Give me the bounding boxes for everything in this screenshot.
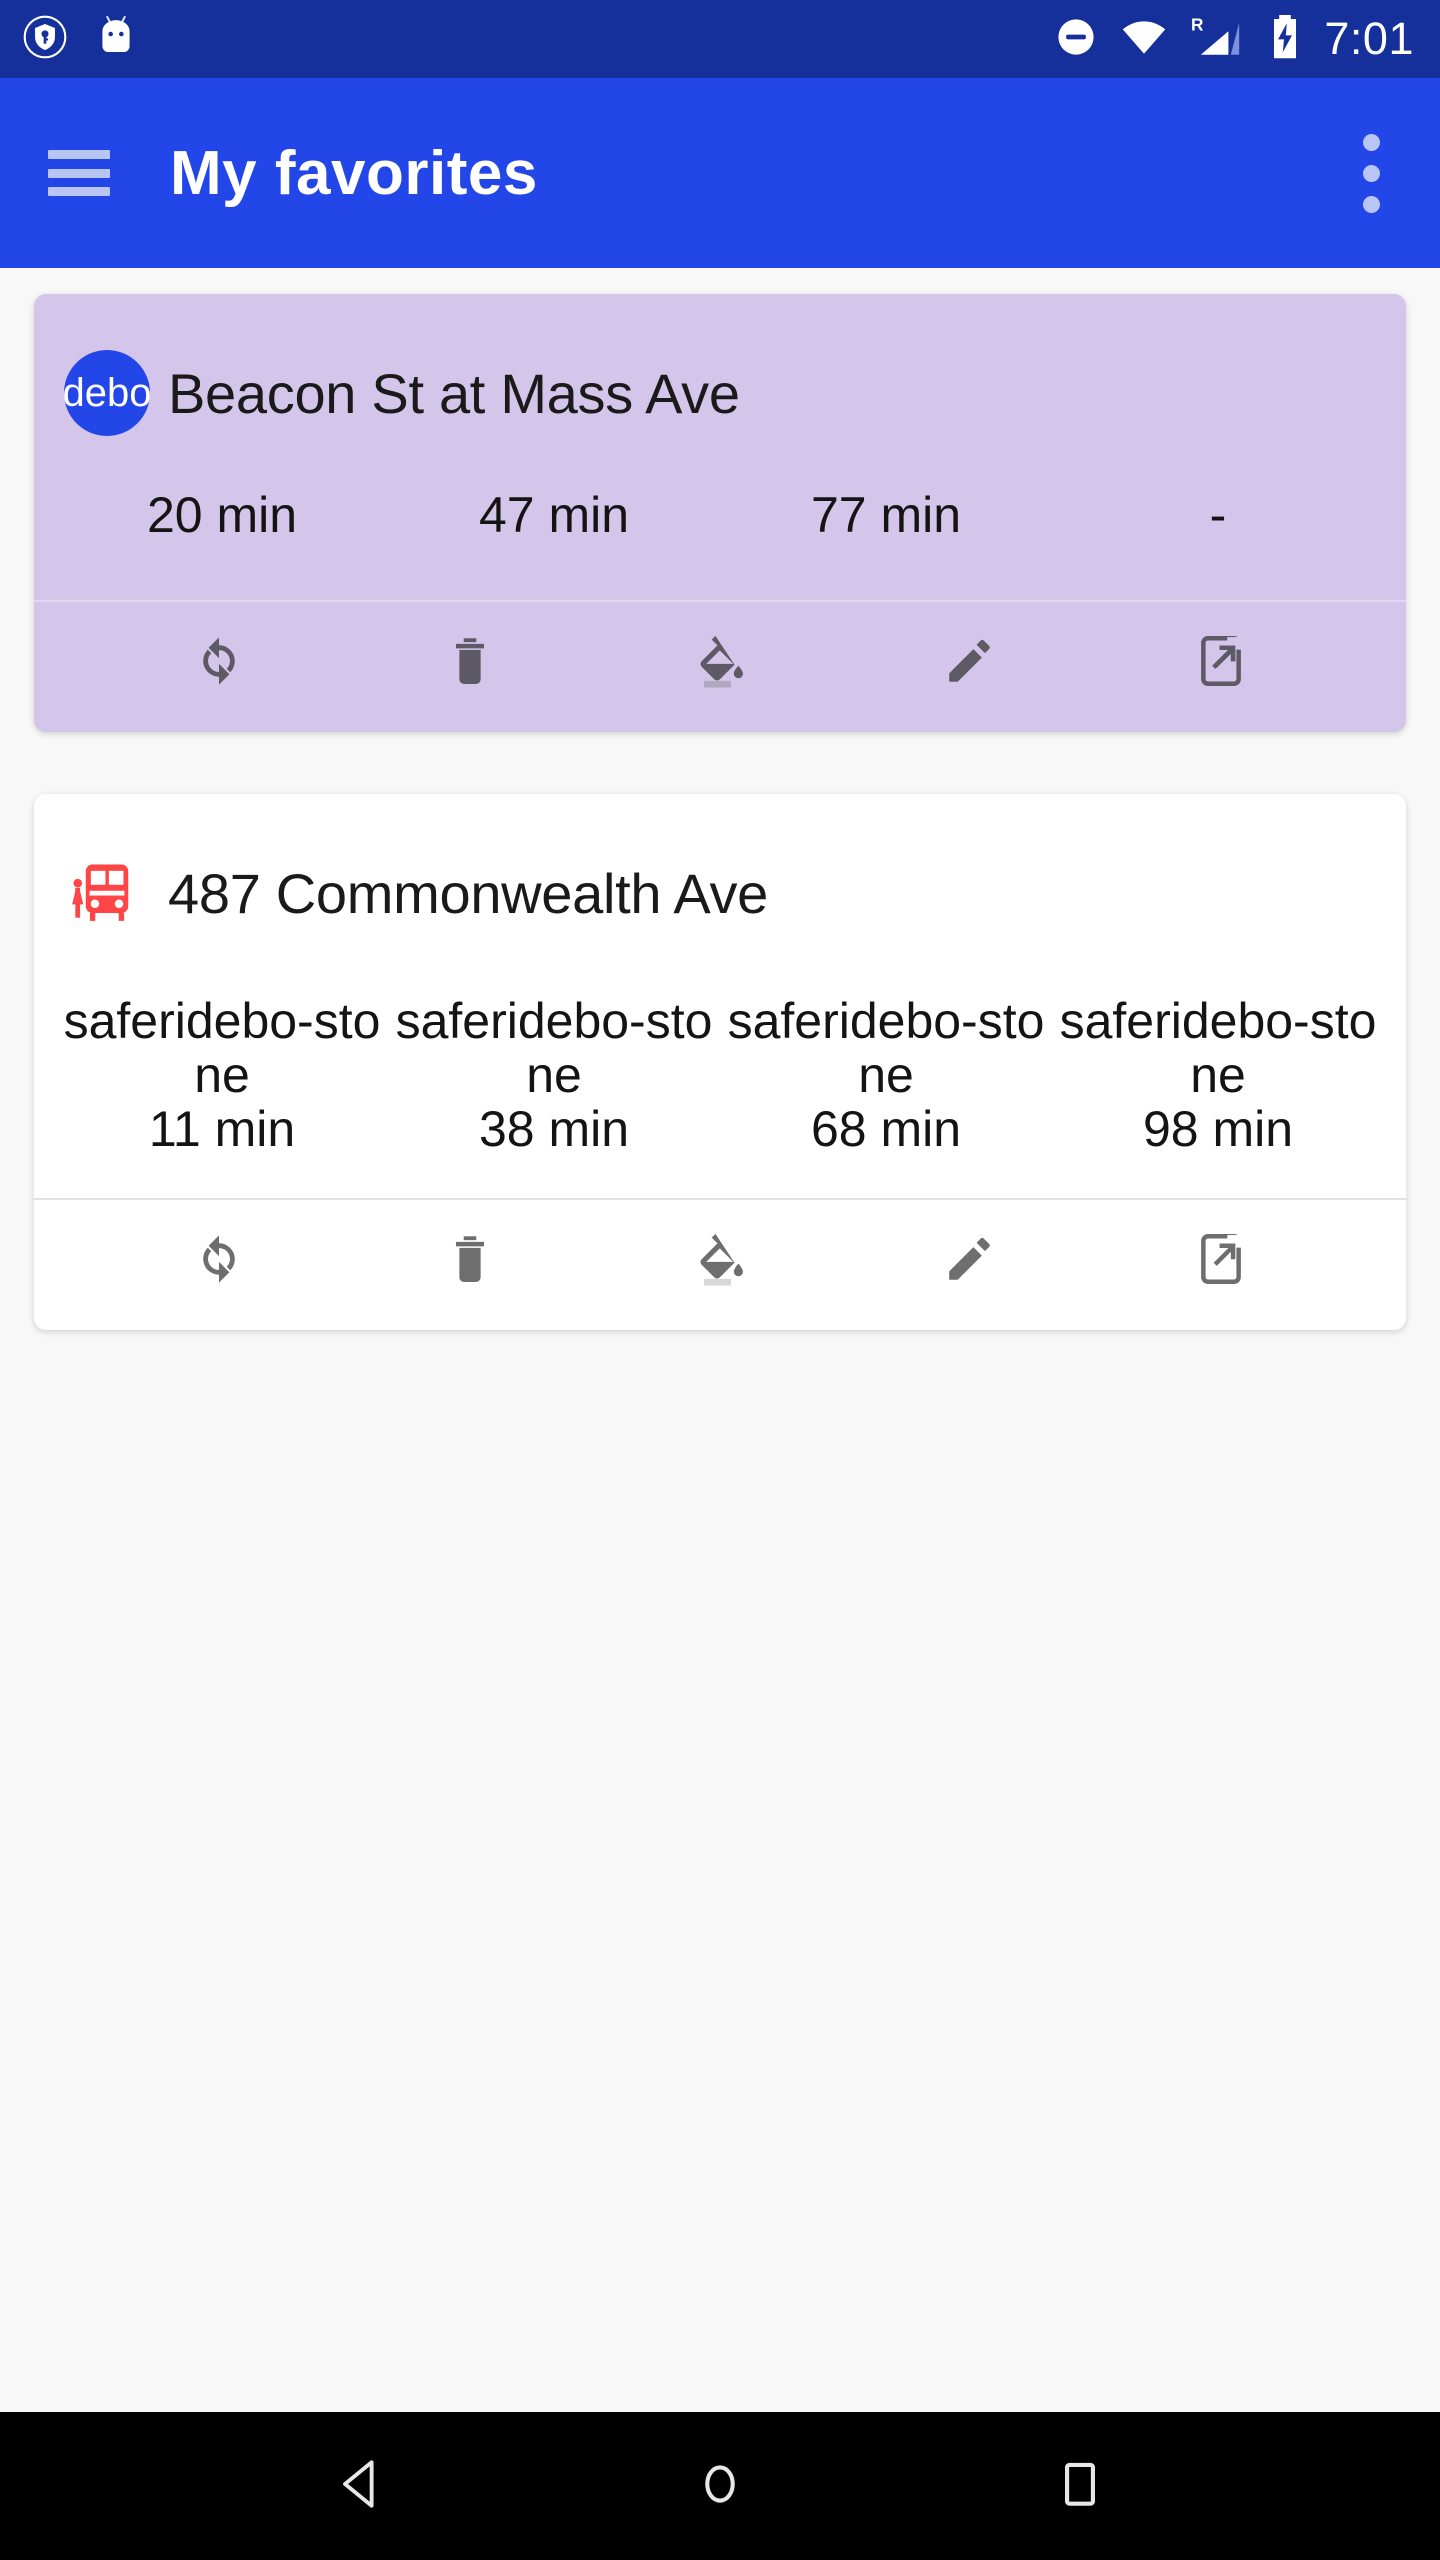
app-bar: My favorites <box>0 78 1440 268</box>
favorite-card[interactable]: debo Beacon St at Mass Ave 20 min 47 min… <box>34 294 1406 732</box>
prediction-time: 68 min <box>810 1101 962 1157</box>
refresh-icon[interactable] <box>94 1230 344 1288</box>
prediction-route: saferidebo-stone <box>63 993 381 1103</box>
circle-home-icon <box>692 2453 748 2520</box>
vpn-key-shield-icon <box>22 14 68 65</box>
refresh-icon[interactable] <box>94 632 344 690</box>
prediction-column: 47 min <box>388 488 720 542</box>
predictions-row: saferidebo-stone 11 min saferidebo-stone… <box>34 994 1406 1156</box>
prediction-time: 11 min <box>148 1101 296 1157</box>
prediction-time: 47 min <box>478 487 630 543</box>
delete-icon[interactable] <box>344 632 594 690</box>
prediction-column: saferidebo-stone 11 min <box>56 994 388 1156</box>
prediction-column: 77 min <box>720 488 1052 542</box>
roaming-signal-icon: R <box>1190 14 1246 65</box>
card-actions <box>34 1200 1406 1324</box>
home-button[interactable] <box>645 2412 795 2560</box>
page-title: My favorites <box>170 138 538 208</box>
prediction-time: 38 min <box>478 1101 630 1157</box>
prediction-time: 20 min <box>146 487 298 543</box>
overflow-dot-2 <box>1362 164 1380 182</box>
do-not-disturb-icon <box>1054 15 1098 64</box>
card-header: 487 Commonwealth Ave <box>34 794 1406 936</box>
recents-button[interactable] <box>1005 2412 1155 2560</box>
battery-charging-icon <box>1268 13 1302 66</box>
hamburger-bar-1 <box>48 150 110 159</box>
open-in-new-icon[interactable] <box>1096 632 1346 690</box>
favorites-list: debo Beacon St at Mass Ave 20 min 47 min… <box>0 268 1440 1330</box>
wifi-icon <box>1120 15 1168 64</box>
android-navigation-bar <box>0 2412 1440 2560</box>
card-title: Beacon St at Mass Ave <box>168 361 740 425</box>
svg-text:R: R <box>1191 14 1204 34</box>
prediction-column: - <box>1052 488 1384 542</box>
delete-icon[interactable] <box>344 1230 594 1288</box>
card-header: debo Beacon St at Mass Ave <box>34 294 1406 436</box>
card-actions <box>34 602 1406 726</box>
prediction-time: 98 min <box>1142 1101 1294 1157</box>
more-vert-icon[interactable] <box>1340 123 1402 223</box>
overflow-dot-1 <box>1362 133 1380 151</box>
bus-stop-icon <box>64 850 150 936</box>
android-head-icon <box>94 13 138 66</box>
prediction-time: - <box>1209 487 1227 543</box>
status-bar-right-icons: R 7:01 <box>1054 13 1414 66</box>
favorite-card[interactable]: 487 Commonwealth Ave saferidebo-stone 11… <box>34 794 1406 1330</box>
prediction-route: saferidebo-stone <box>395 993 713 1103</box>
overflow-dot-3 <box>1362 195 1380 213</box>
open-in-new-icon[interactable] <box>1096 1230 1346 1288</box>
prediction-route: saferidebo-stone <box>727 993 1045 1103</box>
hamburger-menu-icon[interactable] <box>48 150 110 196</box>
edit-icon[interactable] <box>845 1230 1095 1288</box>
triangle-back-icon <box>329 2453 391 2520</box>
status-bar: R 7:01 <box>0 0 1440 78</box>
format-color-fill-icon[interactable] <box>595 1230 845 1288</box>
prediction-route: saferidebo-stone <box>1059 993 1377 1103</box>
hamburger-bar-2 <box>48 168 110 178</box>
card-title: 487 Commonwealth Ave <box>168 861 768 925</box>
prediction-column: saferidebo-stone 68 min <box>720 994 1052 1156</box>
prediction-column: saferidebo-stone 98 min <box>1052 994 1384 1156</box>
hamburger-bar-3 <box>48 187 110 196</box>
edit-icon[interactable] <box>845 632 1095 690</box>
route-circle-badge: debo <box>63 350 152 436</box>
predictions-row: 20 min 47 min 77 min - <box>34 488 1406 542</box>
status-bar-left-icons <box>22 13 138 66</box>
prediction-time: 77 min <box>810 487 962 543</box>
format-color-fill-icon[interactable] <box>595 632 845 690</box>
prediction-column: 20 min <box>56 488 388 542</box>
back-button[interactable] <box>285 2412 435 2560</box>
square-recents-icon <box>1056 2453 1104 2520</box>
status-bar-clock: 7:01 <box>1324 13 1414 64</box>
prediction-column: saferidebo-stone 38 min <box>388 994 720 1156</box>
